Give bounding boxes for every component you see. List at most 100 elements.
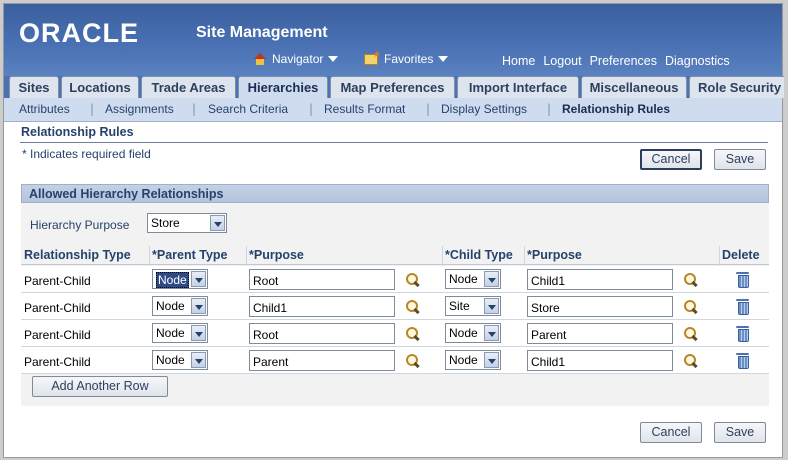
save-button-top[interactable]: Save [714, 149, 766, 170]
table-header: Relationship Type *Parent Type *Purpose … [21, 246, 769, 265]
hierarchy-purpose-value: Store [151, 216, 180, 230]
trash-icon[interactable] [736, 326, 749, 342]
favorites-menu[interactable]: Favorites [364, 49, 449, 66]
search-icon[interactable] [684, 300, 698, 314]
table-row: Parent-Child Node Node [21, 320, 769, 347]
home-icon [254, 53, 266, 65]
col-delete: Delete [722, 248, 760, 262]
title-divider [20, 142, 768, 143]
global-links: Home Logout Preferences Diagnostics [502, 54, 730, 68]
col-child-type: *Child Type [445, 248, 513, 262]
navigator-menu[interactable]: Navigator [254, 52, 339, 66]
tab-locations[interactable]: Locations [61, 76, 139, 98]
app-title: Site Management [196, 24, 328, 41]
parent-type-value: Node [156, 299, 185, 313]
tab-hierarchies[interactable]: Hierarchies [238, 76, 328, 98]
hierarchy-purpose-label: Hierarchy Purpose [30, 218, 130, 232]
child-type-value: Node [449, 353, 478, 367]
parent-type-select[interactable]: Node [152, 323, 208, 343]
subtab-display-settings[interactable]: Display Settings [441, 102, 527, 116]
allowed-relationships-region: Allowed Hierarchy Relationships Hierarch… [21, 184, 769, 406]
search-icon[interactable] [406, 327, 420, 341]
chevron-down-icon [484, 352, 499, 368]
hierarchy-purpose-select[interactable]: Store [147, 213, 227, 233]
trash-icon[interactable] [736, 299, 749, 315]
chevron-down-icon [210, 215, 225, 231]
chevron-down-icon [484, 298, 499, 314]
cancel-button-top[interactable]: Cancel [640, 149, 702, 170]
logout-link[interactable]: Logout [543, 54, 581, 68]
diagnostics-link[interactable]: Diagnostics [665, 54, 730, 68]
navigator-label: Navigator [272, 52, 324, 66]
child-purpose-input[interactable] [527, 269, 673, 290]
chevron-down-icon [484, 325, 499, 341]
child-type-select[interactable]: Site [445, 296, 501, 316]
cancel-button-bottom[interactable]: Cancel [640, 422, 702, 443]
col-parent-type: *Parent Type [152, 248, 228, 262]
subtab-results-format[interactable]: Results Format [324, 102, 405, 116]
favorites-label: Favorites [384, 52, 434, 66]
search-icon[interactable] [406, 354, 420, 368]
search-icon[interactable] [684, 273, 698, 287]
parent-purpose-input[interactable] [249, 296, 395, 317]
parent-type-value: Node [156, 353, 185, 367]
child-purpose-input[interactable] [527, 323, 673, 344]
child-type-value: Site [449, 299, 470, 313]
parent-type-select[interactable]: Node [152, 350, 208, 370]
tab-trade-areas[interactable]: Trade Areas [141, 76, 236, 98]
chevron-down-icon [191, 352, 206, 368]
subtab-divider: | [192, 102, 197, 116]
chevron-down-icon [328, 56, 339, 62]
brand-bar: ORACLE Site Management Navigator Favorit… [4, 4, 782, 76]
trash-icon[interactable] [736, 272, 749, 288]
home-link[interactable]: Home [502, 54, 535, 68]
parent-purpose-input[interactable] [249, 323, 395, 344]
child-purpose-input[interactable] [527, 350, 673, 371]
tab-map-preferences[interactable]: Map Preferences [330, 76, 455, 98]
relationship-type-cell: Parent-Child [24, 274, 91, 288]
child-type-select[interactable]: Node [445, 350, 501, 370]
parent-purpose-input[interactable] [249, 269, 395, 290]
child-type-value: Node [449, 272, 478, 286]
chevron-down-icon [484, 271, 499, 287]
page-frame: ORACLE Site Management Navigator Favorit… [3, 3, 784, 458]
subtab-search-criteria[interactable]: Search Criteria [208, 102, 288, 116]
subtab-relationship-rules[interactable]: Relationship Rules [562, 102, 670, 116]
table-row: Parent-Child Node Node [21, 266, 769, 293]
parent-purpose-input[interactable] [249, 350, 395, 371]
child-type-select[interactable]: Node [445, 269, 501, 289]
subtab-divider: | [426, 102, 431, 116]
page-title: Relationship Rules [21, 125, 134, 139]
tab-import-interface[interactable]: Import Interface [457, 76, 579, 98]
child-type-select[interactable]: Node [445, 323, 501, 343]
tab-miscellaneous[interactable]: Miscellaneous [581, 76, 687, 98]
subtab-divider: | [309, 102, 314, 116]
add-another-row-button[interactable]: Add Another Row [32, 376, 168, 397]
tab-role-security[interactable]: Role Security [689, 76, 784, 98]
oracle-logo: ORACLE [19, 18, 139, 48]
search-icon[interactable] [684, 327, 698, 341]
preferences-link[interactable]: Preferences [590, 54, 657, 68]
parent-type-value: Node [156, 272, 189, 288]
save-button-bottom[interactable]: Save [714, 422, 766, 443]
tab-sites[interactable]: Sites [9, 76, 59, 98]
search-icon[interactable] [406, 273, 420, 287]
child-purpose-input[interactable] [527, 296, 673, 317]
child-type-value: Node [449, 326, 478, 340]
parent-type-select[interactable]: Node [152, 296, 208, 316]
tab-bar: Sites Locations Trade Areas Hierarchies … [4, 76, 784, 98]
parent-type-value: Node [156, 326, 185, 340]
favorites-folder-icon [364, 49, 381, 65]
subtab-bar: Attributes | Assignments | Search Criter… [4, 98, 782, 122]
table-row: Parent-Child Node Node [21, 347, 769, 374]
trash-icon[interactable] [736, 353, 749, 369]
chevron-down-icon [438, 56, 449, 62]
search-icon[interactable] [684, 354, 698, 368]
region-header: Allowed Hierarchy Relationships [21, 184, 769, 203]
parent-type-select[interactable]: Node [152, 269, 208, 289]
subtab-assignments[interactable]: Assignments [105, 102, 174, 116]
subtab-attributes[interactable]: Attributes [19, 102, 70, 116]
col-parent-purpose: *Purpose [249, 248, 304, 262]
search-icon[interactable] [406, 300, 420, 314]
relationship-type-cell: Parent-Child [24, 355, 91, 369]
